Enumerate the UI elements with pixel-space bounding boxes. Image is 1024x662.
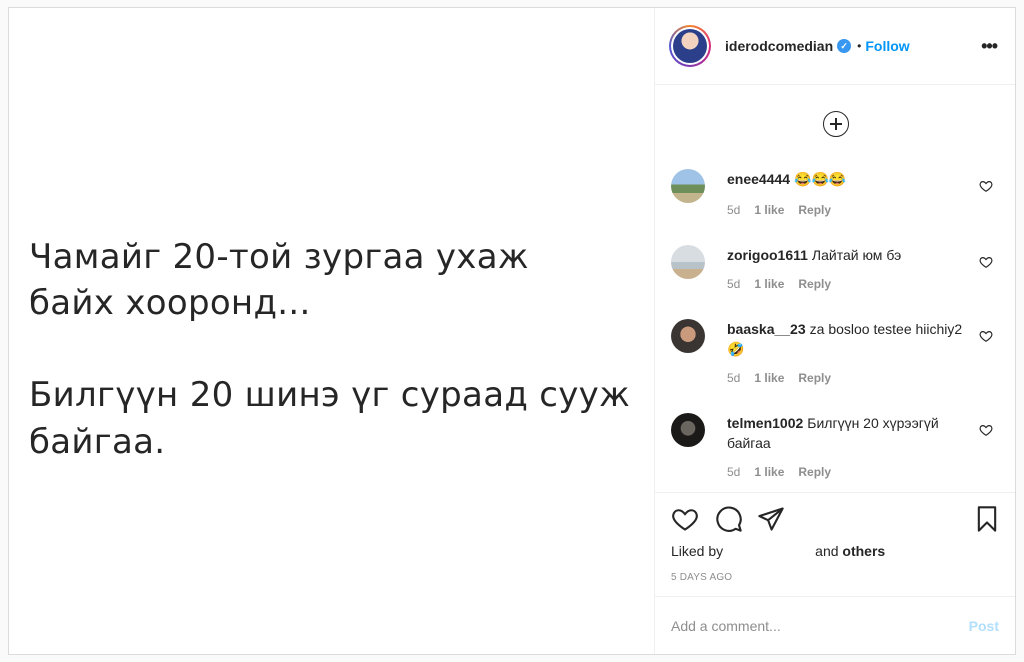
- comment-age: 5d: [727, 277, 741, 291]
- post-text-line: Билгүүн 20 шинэ үг сураад сууж: [29, 375, 631, 416]
- commenter-username[interactable]: enee4444: [727, 171, 790, 187]
- post-header: iderodcomedian ✓ • Follow •••: [655, 8, 1015, 85]
- add-comment-bar: Post: [655, 596, 1015, 654]
- comment-item: baaska__23 za bosloo testee hiichiy2🤣 5d …: [671, 319, 993, 399]
- comment-meta: 5d 1 like Reply: [727, 277, 831, 291]
- comments-list: enee4444 😂😂😂 5d 1 like Reply zorigoo1611 Л…: [655, 85, 1015, 492]
- comment-age: 5d: [727, 465, 741, 479]
- reply-button[interactable]: Reply: [798, 203, 831, 217]
- comment-age: 5d: [727, 203, 741, 217]
- paper-plane-icon[interactable]: [757, 505, 785, 533]
- reply-button[interactable]: Reply: [798, 465, 831, 479]
- follow-button[interactable]: Follow: [865, 38, 909, 54]
- comment-input[interactable]: [671, 617, 969, 634]
- comment-text: baaska__23 za bosloo testee hiichiy2🤣: [727, 319, 963, 359]
- comment-like-heart-icon[interactable]: [979, 329, 993, 343]
- reply-button[interactable]: Reply: [798, 277, 831, 291]
- more-options-icon[interactable]: •••: [981, 36, 998, 57]
- comment-age: 5d: [727, 371, 741, 385]
- comment-likes[interactable]: 1 like: [754, 203, 784, 217]
- post-text-line: байгаа.: [29, 421, 166, 462]
- comment-likes[interactable]: 1 like: [754, 465, 784, 479]
- verified-badge-icon: ✓: [837, 39, 852, 53]
- commenter-username[interactable]: telmen1002: [727, 415, 803, 431]
- post-timestamp[interactable]: 5 DAYS AGO: [671, 572, 732, 583]
- commenter-avatar[interactable]: [671, 319, 705, 353]
- instagram-post: Чамайг 20-той зургаа ухаж байх хооронд..…: [8, 7, 1016, 655]
- comment-content: 😂😂😂: [794, 171, 847, 187]
- liked-by-prefix: Liked by: [671, 543, 724, 559]
- post-comment-button[interactable]: Post: [969, 618, 999, 634]
- comment-meta: 5d 1 like Reply: [727, 203, 831, 217]
- separator-dot: •: [857, 39, 862, 53]
- heart-icon[interactable]: [671, 505, 699, 533]
- commenter-avatar[interactable]: [671, 169, 705, 203]
- comment-item: telmen1002 Билгүүн 20 хүрээгүй байгаа 5d …: [671, 413, 993, 492]
- comment-icon[interactable]: [715, 505, 743, 533]
- comment-meta: 5d 1 like Reply: [727, 371, 831, 385]
- author-username[interactable]: iderodcomedian: [725, 38, 833, 54]
- post-text-line: байх хооронд...: [29, 283, 311, 324]
- load-more-comments-icon[interactable]: [823, 111, 849, 137]
- comment-likes[interactable]: 1 like: [754, 371, 784, 385]
- author-avatar[interactable]: [669, 25, 711, 67]
- commenter-avatar[interactable]: [671, 413, 705, 447]
- commenter-username[interactable]: baaska__23: [727, 321, 806, 337]
- comment-item: enee4444 😂😂😂 5d 1 like Reply: [671, 169, 993, 229]
- bookmark-icon[interactable]: [973, 505, 1001, 533]
- liked-by-others-link[interactable]: others: [842, 543, 885, 559]
- comment-text: telmen1002 Билгүүн 20 хүрээгүй байгаа: [727, 413, 963, 453]
- comment-meta: 5d 1 like Reply: [727, 465, 831, 479]
- commenter-avatar[interactable]: [671, 245, 705, 279]
- comment-like-heart-icon[interactable]: [979, 255, 993, 269]
- reply-button[interactable]: Reply: [798, 371, 831, 385]
- comment-likes[interactable]: 1 like: [754, 277, 784, 291]
- liked-by-text: Liked by and others: [671, 543, 885, 559]
- post-image[interactable]: Чамайг 20-той зургаа ухаж байх хооронд..…: [9, 8, 655, 654]
- post-sidebar: iderodcomedian ✓ • Follow ••• enee4444 😂😂…: [655, 8, 1015, 654]
- post-text-line: Чамайг 20-той зургаа ухаж: [29, 237, 529, 277]
- comment-text: zorigoo1611 Лайтай юм бэ: [727, 245, 963, 265]
- liked-by-and: and: [815, 543, 839, 559]
- post-actions: Liked by and others 5 DAYS AGO Post: [655, 492, 1015, 654]
- comment-like-heart-icon[interactable]: [979, 423, 993, 437]
- comment-content: Лайтай юм бэ: [811, 247, 902, 263]
- comment-text: enee4444 😂😂😂: [727, 169, 963, 189]
- comment-item: zorigoo1611 Лайтай юм бэ 5d 1 like Reply: [671, 245, 993, 305]
- post-image-text: Чамайг 20-той зургаа ухаж байх хооронд..…: [29, 234, 649, 465]
- commenter-username[interactable]: zorigoo1611: [727, 247, 808, 263]
- comment-like-heart-icon[interactable]: [979, 179, 993, 193]
